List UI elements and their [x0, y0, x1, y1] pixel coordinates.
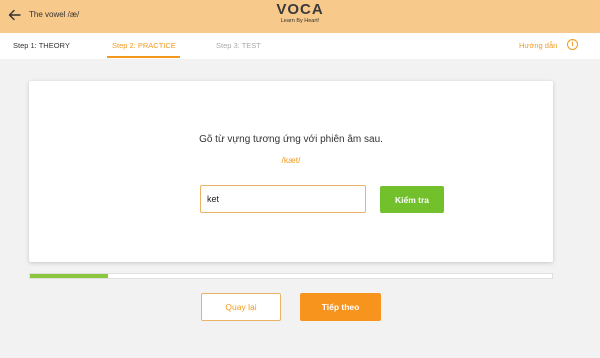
- voca-logo: VOCA Learn By Heart!: [0, 1, 600, 25]
- step-navigation: Step 1: THEORY Step 2: PRACTICE Step 3: …: [0, 33, 600, 59]
- logo-text: VOCA: [276, 1, 324, 18]
- info-icon[interactable]: i: [567, 39, 578, 50]
- tab-test[interactable]: Step 3: TEST: [216, 41, 261, 50]
- active-tab-indicator: [107, 56, 180, 58]
- progress-fill: [30, 274, 109, 278]
- phonetic-transcription: /kæt/: [281, 155, 301, 165]
- top-bar: The vowel /æ/ VOCA Learn By Heart!: [0, 0, 600, 33]
- back-button[interactable]: Quay lại: [201, 293, 281, 321]
- exercise-card: Gõ từ vựng tương ứng với phiên âm sau. /…: [29, 81, 553, 262]
- exercise-prompt: Gõ từ vựng tương ứng với phiên âm sau.: [199, 134, 383, 145]
- progress-bar: [29, 273, 553, 279]
- logo-tagline: Learn By Heart!: [280, 18, 320, 24]
- next-button[interactable]: Tiếp theo: [300, 293, 381, 321]
- answer-input[interactable]: [200, 185, 366, 213]
- guide-link[interactable]: Hướng dẫn: [519, 41, 557, 50]
- check-button[interactable]: Kiểm tra: [380, 186, 444, 213]
- tab-practice[interactable]: Step 2: PRACTICE: [112, 41, 176, 50]
- tab-theory[interactable]: Step 1: THEORY: [13, 41, 70, 50]
